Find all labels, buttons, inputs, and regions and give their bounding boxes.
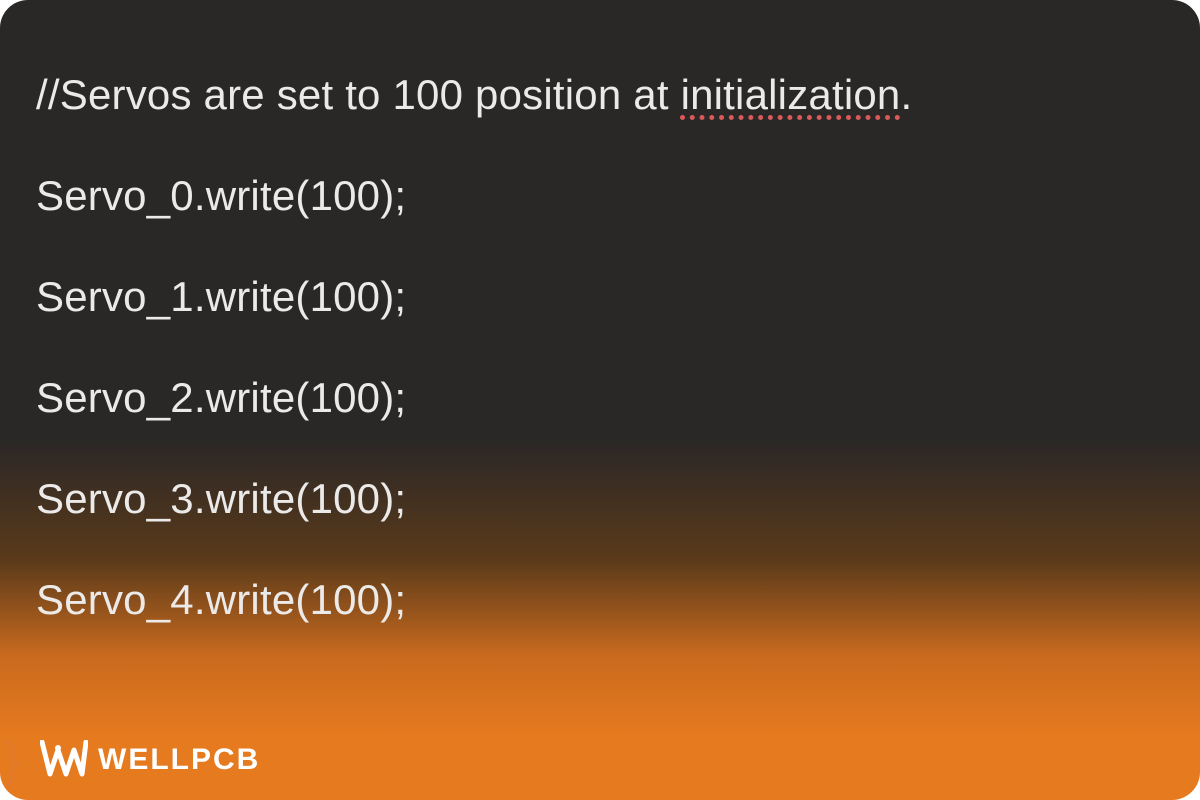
code-line: Servo_0.write(100); bbox=[36, 163, 1164, 228]
code-comment: //Servos are set to 100 position at init… bbox=[36, 62, 1164, 127]
code-screenshot-frame: //Servos are set to 100 position at init… bbox=[0, 0, 1200, 800]
code-line: Servo_4.write(100); bbox=[36, 567, 1164, 632]
code-line: Servo_3.write(100); bbox=[36, 466, 1164, 531]
code-line: Servo_2.write(100); bbox=[36, 365, 1164, 430]
comment-text-prefix: //Servos are set to 100 position at bbox=[36, 71, 681, 118]
code-line: Servo_1.write(100); bbox=[36, 264, 1164, 329]
closing-brace: } bbox=[4, 733, 20, 788]
brand-logo: WELLPCB bbox=[40, 740, 260, 780]
code-serial-line: Serial.println("Press 'R' to Record and … bbox=[36, 795, 1164, 800]
comment-text-suffix: . bbox=[900, 71, 912, 118]
code-block: //Servos are set to 100 position at init… bbox=[36, 26, 1164, 800]
wellpcb-logo-icon bbox=[40, 740, 88, 780]
comment-spellcheck-word: initialization bbox=[681, 71, 901, 118]
brand-name: WELLPCB bbox=[98, 743, 260, 777]
